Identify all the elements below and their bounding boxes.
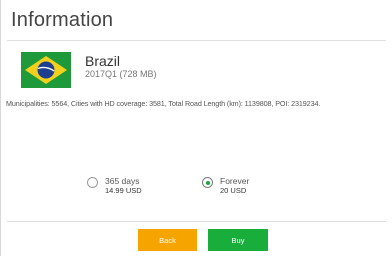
- title-divider: [7, 40, 386, 41]
- coverage-stats: Municipalities: 5564, Cities with HD cov…: [6, 99, 321, 108]
- brazil-flag-icon: [21, 52, 71, 88]
- radio-forever[interactable]: [202, 177, 213, 188]
- radio-365-days[interactable]: [87, 177, 98, 188]
- dialog-title: Information: [11, 9, 114, 31]
- option-price: 14.99 USD: [105, 186, 142, 195]
- footer-divider: [7, 221, 386, 222]
- option-label: 365 days: [105, 176, 140, 186]
- country-name: Brazil: [85, 53, 121, 69]
- map-version: 2017Q1 (728 MB): [85, 69, 157, 79]
- option-label: Forever: [220, 176, 250, 186]
- option-365-days[interactable]: 365 days 14.99 USD: [87, 176, 142, 196]
- option-forever[interactable]: Forever 20 USD: [202, 176, 249, 196]
- buy-button[interactable]: Buy: [208, 229, 268, 251]
- option-price: 20 USD: [220, 186, 247, 195]
- back-button[interactable]: Back: [138, 229, 197, 251]
- information-dialog: Information Brazil 2017Q1 (728 MB) Munic…: [0, 0, 392, 256]
